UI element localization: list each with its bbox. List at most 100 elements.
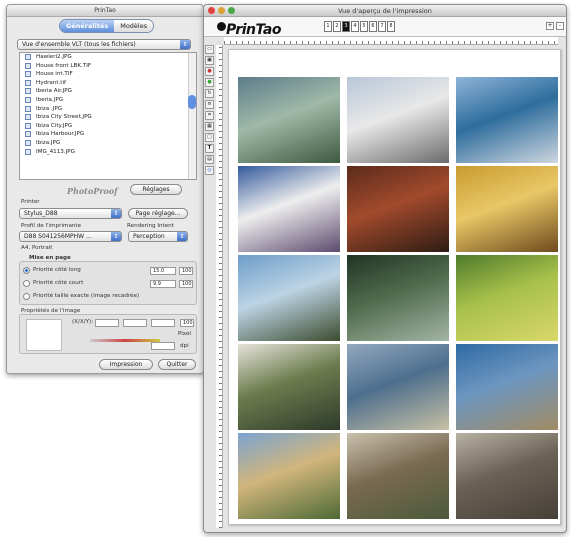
- file-name: Hydrant.tif: [36, 79, 67, 86]
- option-long-side-radio[interactable]: [23, 267, 30, 274]
- remove-icon[interactable]: -: [556, 22, 564, 30]
- photo-thumbnail-5[interactable]: [347, 166, 449, 252]
- page-button[interactable]: 5: [360, 21, 368, 32]
- chevron-updown-icon: ⇕: [111, 232, 121, 241]
- photo-thumbnail-15[interactable]: [456, 433, 558, 519]
- photo-thumbnail-3[interactable]: [456, 77, 558, 163]
- dpi-label: dpi: [180, 343, 189, 349]
- crop-tool-icon[interactable]: ⌗: [205, 111, 214, 120]
- print-button[interactable]: Impression: [99, 359, 153, 370]
- file-list-item[interactable]: House front LBK.TIF: [20, 62, 196, 71]
- zoom-icon[interactable]: [228, 7, 235, 14]
- file-list[interactable]: Hawleri2.JPG House front LBK.TIF House int…: [19, 52, 197, 180]
- option-exact-size-radio[interactable]: [23, 293, 30, 300]
- red-marker-icon[interactable]: ●: [205, 67, 214, 76]
- photo-thumbnail-13[interactable]: [238, 433, 340, 519]
- grid-tool-icon[interactable]: ▦: [205, 122, 214, 131]
- close-icon[interactable]: [208, 7, 215, 14]
- chevron-updown-icon: ⇕: [177, 232, 187, 241]
- rendering-select[interactable]: Perception ⇕: [128, 231, 188, 242]
- file-list-item[interactable]: IMG_4113.JPG: [20, 148, 196, 157]
- file-name: IMG_4113.JPG: [36, 148, 75, 155]
- page-button[interactable]: 7: [378, 21, 386, 32]
- photo-thumbnail-7[interactable]: [238, 255, 340, 341]
- photo-thumbnail-10[interactable]: [238, 344, 340, 430]
- photo-thumbnail-8[interactable]: [347, 255, 449, 341]
- frame-tool-icon[interactable]: ▢: [205, 133, 214, 142]
- page-selector: 12345678: [324, 21, 395, 32]
- short-side-unit[interactable]: 100: [179, 280, 193, 288]
- layout-tool-icon[interactable]: ▤: [205, 155, 214, 164]
- file-list-item[interactable]: Ibiza City.JPG: [20, 122, 196, 131]
- file-name: Ibiza City.JPG: [36, 122, 73, 129]
- file-name: Ibiza.JPG: [36, 139, 61, 146]
- file-list-item[interactable]: Ibiza .JPG: [20, 105, 196, 114]
- file-list-item[interactable]: Ibiza Harbour.JPG: [20, 130, 196, 139]
- image-thumbnail: [26, 319, 62, 351]
- photo-thumbnail-1[interactable]: [238, 77, 340, 163]
- photo-thumbnail-14[interactable]: [347, 433, 449, 519]
- profile-select[interactable]: D88 S041256MPHW ... ⇕: [19, 231, 122, 242]
- photo-thumbnail-12[interactable]: [456, 344, 558, 430]
- printer-select-value: Stylus_D88: [24, 210, 58, 217]
- page-button[interactable]: 4: [351, 21, 359, 32]
- select-tool-icon[interactable]: ▭: [205, 45, 214, 54]
- preview-toolbar: PrinTao 12345678 + -: [204, 17, 566, 38]
- green-marker-icon[interactable]: ●: [205, 78, 214, 87]
- z-field[interactable]: [151, 319, 175, 327]
- option-short-side-radio[interactable]: [23, 280, 30, 287]
- file-name: Iberia Air.JPG: [36, 88, 73, 95]
- long-side-unit[interactable]: 100: [179, 267, 193, 275]
- align-tool-icon[interactable]: ≡: [205, 100, 214, 109]
- page-button[interactable]: 2: [333, 21, 341, 32]
- page-button[interactable]: 3: [342, 21, 350, 32]
- photo-thumbnail-6[interactable]: [456, 166, 558, 252]
- text-tool-icon[interactable]: T: [205, 144, 214, 153]
- image-tool-icon[interactable]: ▣: [205, 56, 214, 65]
- quit-button[interactable]: Quitter: [158, 359, 196, 370]
- printer-select[interactable]: Stylus_D88 ⇕: [19, 208, 122, 219]
- file-list-item[interactable]: House int.TIF: [20, 70, 196, 79]
- minimize-icon[interactable]: [218, 7, 225, 14]
- image-file-icon: [25, 131, 31, 138]
- page-button[interactable]: 1: [324, 21, 332, 32]
- palette-title: PrinTao: [7, 5, 203, 17]
- print-page: [228, 49, 561, 525]
- view-select-value: Vue d'ensemble VLT (tous les fichiers): [22, 41, 136, 48]
- photo-thumbnail-11[interactable]: [347, 344, 449, 430]
- photoproof-logo: PhotoProof: [67, 186, 118, 196]
- file-list-item[interactable]: Ibiza City Street.JPG: [20, 113, 196, 122]
- preview-titlebar: Vue d'aperçu de l'impression: [204, 5, 566, 17]
- file-list-item[interactable]: Hawleri2.JPG: [20, 53, 196, 62]
- y-field[interactable]: [123, 319, 147, 327]
- long-side-value[interactable]: 15.0: [150, 267, 176, 275]
- file-list-item[interactable]: Ibiza.JPG: [20, 139, 196, 148]
- image-file-icon: [25, 71, 31, 78]
- scroll-thumb[interactable]: [188, 95, 196, 109]
- page-button[interactable]: 6: [369, 21, 377, 32]
- file-name: House int.TIF: [36, 71, 73, 78]
- image-file-icon: [25, 139, 31, 146]
- photo-thumbnail-9[interactable]: [456, 255, 558, 341]
- page-setup-button[interactable]: Page réglage...: [128, 208, 188, 219]
- photo-thumbnail-4[interactable]: [238, 166, 340, 252]
- image-file-icon: [25, 62, 31, 69]
- file-list-item[interactable]: Iberia.JPG: [20, 96, 196, 105]
- tab-generalites[interactable]: Généralités: [60, 20, 115, 32]
- x-field[interactable]: [95, 319, 119, 327]
- file-name: House front LBK.TIF: [36, 62, 92, 69]
- file-list-scrollbar[interactable]: [188, 53, 196, 179]
- short-side-value[interactable]: 9.9: [150, 280, 176, 288]
- photo-thumbnail-2[interactable]: [347, 77, 449, 163]
- image-file-icon: [25, 96, 31, 103]
- view-select[interactable]: Vue d'ensemble VLT (tous les fichiers) ⇕: [17, 39, 191, 50]
- add-icon[interactable]: +: [546, 22, 554, 30]
- tab-modeles[interactable]: Modèles: [114, 20, 154, 32]
- file-list-item[interactable]: Iberia Air.JPG: [20, 87, 196, 96]
- page-button[interactable]: 8: [387, 21, 395, 32]
- dpi-field[interactable]: [151, 342, 175, 350]
- settings-button[interactable]: Réglages: [130, 184, 182, 195]
- zoom-tool-icon[interactable]: ◎: [205, 166, 214, 175]
- file-list-item[interactable]: Hydrant.tif: [20, 79, 196, 88]
- rotate-tool-icon[interactable]: ↻: [205, 89, 214, 98]
